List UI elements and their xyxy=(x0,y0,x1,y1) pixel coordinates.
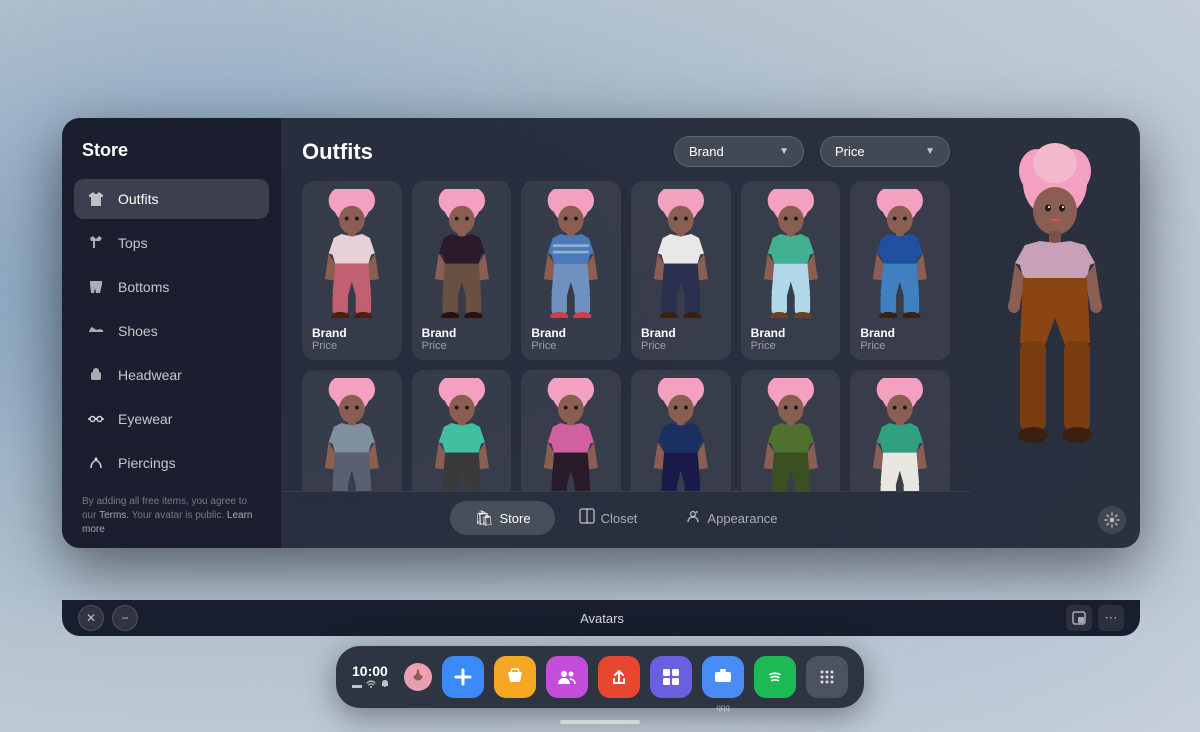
notification-icon xyxy=(380,679,390,692)
item-brand-label: Brand xyxy=(751,326,831,340)
sidebar-item-eyewear-label: Eyewear xyxy=(118,411,172,427)
settings-icon[interactable] xyxy=(1098,506,1126,534)
sidebar-item-headwear-label: Headwear xyxy=(118,367,182,383)
window-minimize-button[interactable]: − xyxy=(112,605,138,631)
titlebar-actions: ⋯ xyxy=(1066,605,1124,631)
sidebar: Store Outfits Tops Bo xyxy=(62,118,282,548)
store-nav-icon: 🛍 xyxy=(474,509,493,527)
item-card[interactable]: Brand Price xyxy=(741,370,841,491)
item-brand-label: Brand xyxy=(641,326,721,340)
sidebar-item-piercings-label: Piercings xyxy=(118,455,176,471)
piercings-icon xyxy=(86,453,106,473)
bottoms-icon xyxy=(86,277,106,297)
nav-appearance-label: Appearance xyxy=(707,511,777,526)
battery-icon: ▬ xyxy=(352,680,362,691)
item-card[interactable]: Brand Price xyxy=(850,181,950,360)
taskbar-app-share[interactable] xyxy=(598,656,640,698)
store-header: Outfits Brand ▼ Price ▼ xyxy=(282,118,970,177)
taskbar-app-media1[interactable] xyxy=(650,656,692,698)
sidebar-item-piercings[interactable]: Piercings xyxy=(74,443,269,483)
item-card[interactable]: Brand Price xyxy=(412,370,512,491)
taskbar-avatar[interactable] xyxy=(404,663,432,691)
item-price-label: Price xyxy=(860,340,940,352)
main-window: Store Outfits Tops Bo xyxy=(62,118,1140,548)
nav-closet-label: Closet xyxy=(601,511,638,526)
taskbar-app-health[interactable] xyxy=(442,656,484,698)
sidebar-footer: By adding all free items, you agree to o… xyxy=(74,487,269,545)
taskbar-grid-button[interactable] xyxy=(806,656,848,698)
item-card[interactable]: Brand Price xyxy=(521,181,621,360)
headwear-icon xyxy=(86,365,106,385)
item-card[interactable]: Brand Price xyxy=(631,370,731,491)
eyewear-icon xyxy=(86,409,106,429)
sidebar-item-headwear[interactable]: Headwear xyxy=(74,355,269,395)
item-price-label: Price xyxy=(312,340,392,352)
taskbar-status-icons: ▬ xyxy=(352,679,390,692)
nav-appearance[interactable]: Appearance xyxy=(661,500,801,536)
closet-nav-icon xyxy=(579,508,595,528)
sidebar-item-shoes[interactable]: Shoes xyxy=(74,311,269,351)
item-price-label: Price xyxy=(422,340,502,352)
taskbar-app-store[interactable] xyxy=(494,656,536,698)
sidebar-item-bottoms[interactable]: Bottoms xyxy=(74,267,269,307)
taskbar-time: 10:00 xyxy=(352,663,388,679)
taskbar-app-people[interactable] xyxy=(546,656,588,698)
item-card[interactable]: Brand Price xyxy=(521,370,621,491)
item-price-label: Price xyxy=(531,340,611,352)
item-price-label: Price xyxy=(641,340,721,352)
item-card[interactable]: Brand Price xyxy=(741,181,841,360)
scroll-indicator xyxy=(560,720,640,724)
taskbar-app-media2-label: qqq xyxy=(716,703,729,712)
store-page-title: Outfits xyxy=(302,139,658,165)
bottom-nav: 🛍 Store Closet xyxy=(282,491,970,548)
sidebar-item-tops[interactable]: Tops xyxy=(74,223,269,263)
window-title: Avatars xyxy=(146,611,1058,626)
sidebar-item-outfits[interactable]: Outfits xyxy=(74,179,269,219)
pip-button[interactable] xyxy=(1066,605,1092,631)
item-card[interactable]: Brand Price xyxy=(302,181,402,360)
taskbar-time-area: 10:00 ▬ xyxy=(352,663,390,692)
item-card[interactable]: Brand Price xyxy=(631,181,731,360)
appearance-nav-icon xyxy=(685,508,701,528)
sidebar-item-outfits-label: Outfits xyxy=(118,191,158,207)
item-card[interactable]: Brand Price xyxy=(412,181,512,360)
item-brand-label: Brand xyxy=(531,326,611,340)
item-price-label: Price xyxy=(751,340,831,352)
sidebar-item-eyewear[interactable]: Eyewear xyxy=(74,399,269,439)
taskbar: 10:00 ▬ xyxy=(336,646,864,708)
brand-dropdown-arrow: ▼ xyxy=(779,146,789,157)
preview-avatar-figure xyxy=(985,143,1125,523)
more-options-button[interactable]: ⋯ xyxy=(1098,605,1124,631)
sidebar-item-shoes-label: Shoes xyxy=(118,323,158,339)
item-card[interactable]: Brand Price xyxy=(850,370,950,491)
tops-icon xyxy=(86,233,106,253)
sidebar-title: Store xyxy=(74,136,269,175)
nav-store-label: Store xyxy=(499,511,530,526)
shoes-icon xyxy=(86,321,106,341)
item-card[interactable]: Brand Price xyxy=(302,370,402,491)
preview-avatar-panel xyxy=(970,118,1140,548)
nav-store[interactable]: 🛍 Store xyxy=(450,501,554,535)
window-close-button[interactable]: ✕ xyxy=(78,605,104,631)
item-brand-label: Brand xyxy=(422,326,502,340)
price-filter-dropdown[interactable]: Price ▼ xyxy=(820,136,950,167)
sidebar-item-bottoms-label: Bottoms xyxy=(118,279,169,295)
sidebar-item-tops-label: Tops xyxy=(118,235,148,251)
item-brand-label: Brand xyxy=(312,326,392,340)
window-titlebar: ✕ − Avatars ⋯ xyxy=(62,600,1140,636)
outfits-icon xyxy=(86,189,106,209)
price-dropdown-arrow: ▼ xyxy=(925,146,935,157)
nav-closet[interactable]: Closet xyxy=(555,500,662,536)
item-brand-label: Brand xyxy=(860,326,940,340)
taskbar-app-media2[interactable]: qqq xyxy=(702,656,744,698)
items-grid: Brand Price Brand Price xyxy=(282,177,970,491)
terms-link[interactable]: Terms. xyxy=(99,510,129,521)
taskbar-app-spotify[interactable] xyxy=(754,656,796,698)
wifi-icon xyxy=(366,679,376,692)
main-content: Outfits Brand ▼ Price ▼ xyxy=(282,118,970,548)
brand-filter-dropdown[interactable]: Brand ▼ xyxy=(674,136,804,167)
